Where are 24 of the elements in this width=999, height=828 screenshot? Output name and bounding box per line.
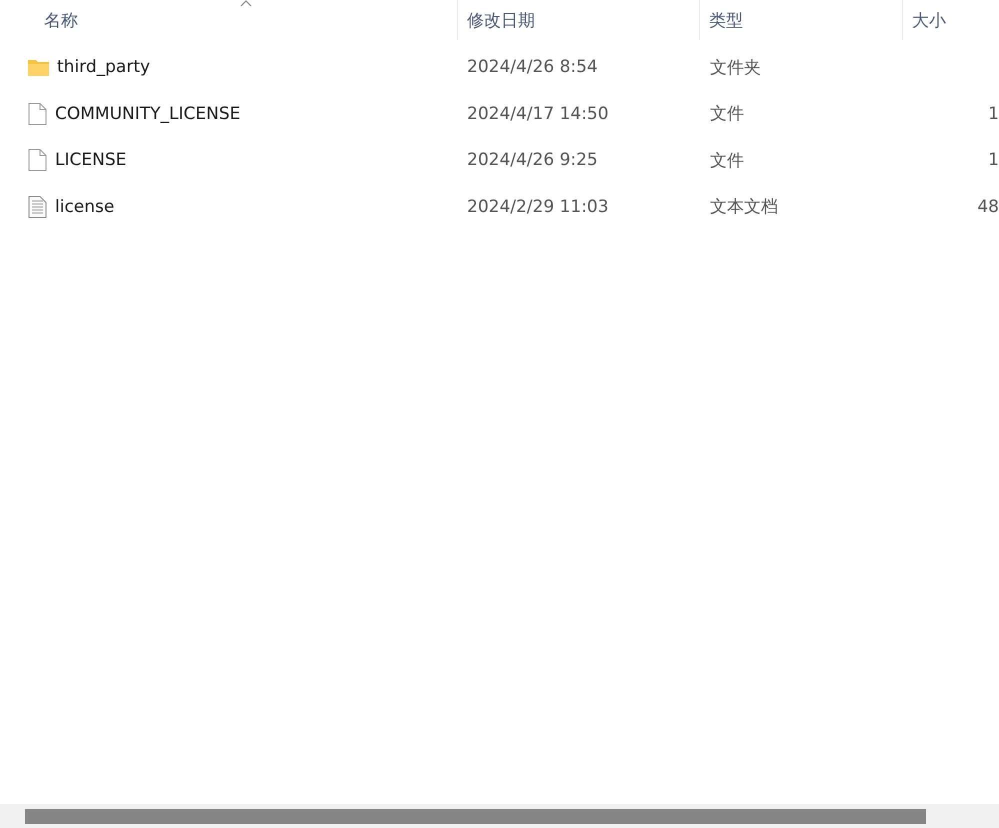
file-name[interactable]: COMMUNITY_LICENSE [55,104,240,124]
file-type: 文本文档 [709,196,779,218]
file-name[interactable]: third_party [57,57,150,78]
folder-icon [28,58,49,76]
file-size: 48 [977,196,999,217]
modified-date: 2024/4/26 8:54 [466,57,599,78]
file-name[interactable]: LICENSE [55,150,126,170]
column-header[interactable]: 修改日期 [458,0,700,40]
file-type: 文件 [709,150,745,172]
scrollbar-thumb[interactable] [25,808,926,824]
file-name[interactable]: license [55,196,114,217]
file-icon [28,102,47,125]
modified-date: 2024/4/17 14:50 [466,104,610,124]
column-header[interactable]: 名称 [0,0,458,40]
file-type: 文件 [709,103,745,126]
file-type: 文件夹 [709,56,762,79]
text-file-icon [28,196,47,218]
modified-date: 2024/4/26 9:25 [466,150,599,170]
file-size: 1 [988,150,999,170]
file-icon [28,149,47,172]
modified-date: 2024/2/29 11:03 [466,196,610,217]
file-size: 1 [988,104,999,124]
column-header[interactable]: 大小 [903,0,999,40]
column-header[interactable]: 类型 [700,0,903,40]
